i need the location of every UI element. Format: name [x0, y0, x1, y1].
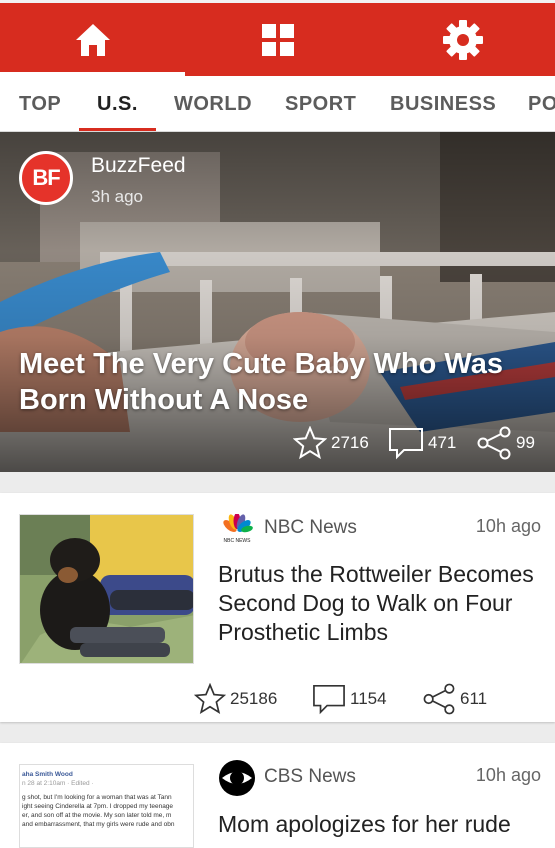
thumb-line: g shot, but I'm looking for a woman that… — [22, 794, 172, 801]
tab-sport[interactable]: SPORT — [285, 93, 356, 116]
share-count: 611 — [460, 689, 488, 708]
comment-icon — [389, 428, 423, 460]
article-stats: 25186 1154 611 — [0, 683, 555, 715]
tab-us-label: U.S. — [97, 93, 138, 115]
rottweiler-photo — [20, 515, 193, 663]
article-thumbnail: aha Smith Wood n 28 at 2:10am · Edited ·… — [19, 764, 194, 848]
peacock-icon: NBC NEWS — [223, 514, 253, 544]
hero-like-button[interactable]: 2716 — [293, 426, 369, 460]
hero-story[interactable]: BF BuzzFeed 3h ago Meet The Very Cute Ba… — [0, 132, 555, 472]
grid-icon — [261, 23, 294, 56]
hero-comment-button[interactable]: 471 — [388, 426, 456, 460]
hero-like-count: 2716 — [331, 433, 369, 452]
nbc-news-logo: NBC NEWS — [218, 510, 256, 548]
share-icon — [477, 426, 511, 460]
hero-source: BuzzFeed — [91, 154, 186, 177]
hero-share-count: 99 — [516, 433, 535, 452]
home-tab[interactable] — [0, 3, 185, 76]
top-nav-bar — [0, 0, 555, 76]
article-card[interactable]: aha Smith Wood n 28 at 2:10am · Edited ·… — [0, 743, 555, 848]
thumb-author: aha Smith Wood — [22, 771, 73, 778]
gear-icon — [442, 19, 483, 60]
star-icon — [293, 426, 327, 460]
thumb-line: and embarrassment, that my girls were ru… — [22, 821, 175, 828]
grid-tab[interactable] — [185, 3, 370, 76]
article-source: NBC News — [264, 517, 357, 538]
comment-icon — [313, 684, 345, 715]
tab-us[interactable]: U.S. — [79, 93, 156, 131]
cbs-news-logo — [218, 759, 256, 797]
like-button[interactable]: 25186 — [194, 683, 277, 715]
share-icon — [423, 683, 455, 715]
hero-time: 3h ago — [91, 187, 143, 206]
star-icon — [194, 683, 226, 714]
tab-politics[interactable]: PO — [528, 93, 555, 116]
category-tabs: TOP U.S. WORLD SPORT BUSINESS PO — [0, 76, 555, 132]
tab-world[interactable]: WORLD — [174, 93, 252, 116]
like-count: 25186 — [230, 689, 278, 708]
hero-headline: Meet The Very Cute Baby Who Was Born Wit… — [19, 348, 503, 416]
settings-tab[interactable] — [370, 3, 555, 76]
article-thumbnail — [19, 514, 194, 664]
buzzfeed-logo: BF — [19, 151, 73, 205]
thumb-line: er, and son off at the movie. My son lat… — [22, 812, 172, 819]
article-title: Mom apologizes for her rude — [218, 811, 511, 837]
hero-gradient — [0, 132, 555, 472]
cbs-eye-icon — [219, 760, 255, 796]
article-card[interactable]: NBC NEWS NBC News 10h ago Brutus the Rot… — [0, 493, 555, 722]
nbc-news-wordmark: NBC NEWS — [224, 538, 252, 544]
tab-business[interactable]: BUSINESS — [390, 93, 496, 116]
article-time: 10h ago — [475, 765, 541, 785]
hero-share-button[interactable]: 99 — [476, 426, 535, 460]
comment-count: 1154 — [350, 689, 387, 708]
comment-button[interactable]: 1154 — [312, 683, 387, 715]
article-title: Brutus the Rottweiler Becomes Second Dog… — [218, 561, 534, 645]
hero-comment-count: 471 — [428, 433, 457, 452]
article-source: CBS News — [264, 766, 356, 787]
thumb-line: ight seeing Cinderella at 7pm. I dropped… — [22, 803, 174, 810]
article-time: 10h ago — [475, 516, 541, 536]
share-button[interactable]: 611 — [422, 683, 487, 715]
thumb-meta: n 28 at 2:10am · Edited · — [22, 780, 94, 787]
home-icon — [75, 23, 110, 56]
tab-top[interactable]: TOP — [19, 93, 61, 116]
hero-stats: 2716 471 99 — [0, 426, 555, 462]
